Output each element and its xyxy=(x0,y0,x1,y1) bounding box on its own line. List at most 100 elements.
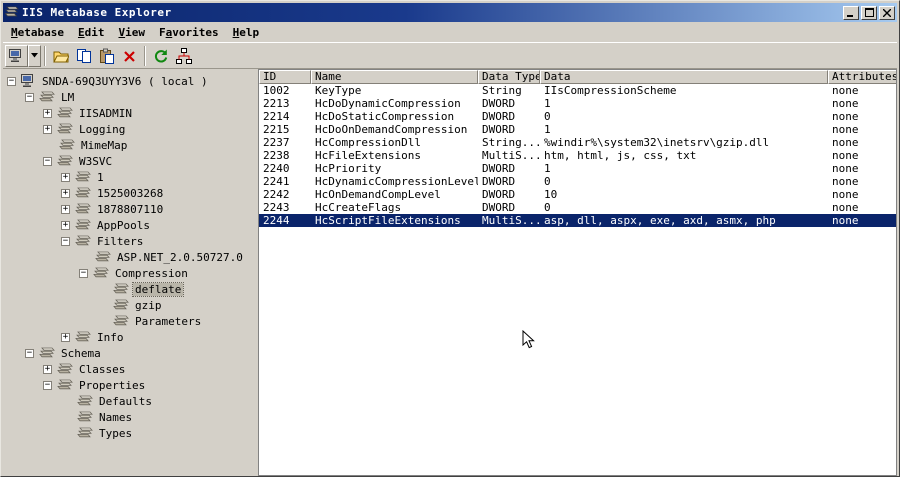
table-row-2243[interactable]: 2243 HcCreateFlags DWORD 0 none xyxy=(259,201,896,214)
tree-item-mimemap[interactable]: MimeMap xyxy=(3,137,255,153)
tree-item-label[interactable]: Info xyxy=(95,331,126,344)
tree-item-lm[interactable]: − LM xyxy=(3,89,255,105)
expand-toggle-icon[interactable]: + xyxy=(61,188,70,198)
cell-data-type: DWORD xyxy=(482,201,516,214)
tree-item-logging[interactable]: + Logging xyxy=(3,121,255,137)
tree-item-label[interactable]: AppPools xyxy=(95,219,152,232)
tree-item-properties[interactable]: − Properties xyxy=(3,377,255,393)
tree-item-label[interactable]: gzip xyxy=(133,299,164,312)
expand-toggle-icon[interactable]: + xyxy=(61,220,70,230)
cell-data-type: DWORD xyxy=(482,97,516,110)
metabase-node-icon xyxy=(93,267,109,279)
menu-favorites[interactable]: Fa vorites xyxy=(152,22,226,42)
table-row-2242[interactable]: 2242 HcOnDemandCompLevel DWORD 10 none xyxy=(259,188,896,201)
cell-attributes: none xyxy=(832,123,859,136)
collapse-toggle-icon[interactable]: − xyxy=(61,236,70,246)
table-row-2215[interactable]: 2215 HcDoOnDemandCompression DWORD 1 none xyxy=(259,123,896,136)
expand-toggle-icon[interactable]: + xyxy=(61,172,70,182)
tree-item-label[interactable]: Properties xyxy=(77,379,147,392)
expand-toggle-icon[interactable]: + xyxy=(61,332,70,342)
maximize-button[interactable] xyxy=(861,5,877,20)
tree-item-label[interactable]: MimeMap xyxy=(79,139,129,152)
delete-button[interactable] xyxy=(118,45,141,67)
tree-item-label[interactable]: 1878807110 xyxy=(95,203,165,216)
tree-item-asp-net-2-0-50727-0[interactable]: ASP.NET_2.0.50727.0 xyxy=(3,249,255,265)
tree-item-apppools[interactable]: + AppPools xyxy=(3,217,255,233)
tree-item-names[interactable]: Names xyxy=(3,409,255,425)
tree-item-w3svc[interactable]: − W3SVC xyxy=(3,153,255,169)
connect-dropdown[interactable] xyxy=(28,44,41,67)
tree-item-compression[interactable]: − Compression xyxy=(3,265,255,281)
menu-help[interactable]: Help xyxy=(226,22,267,42)
column-header-id[interactable]: ID xyxy=(259,70,311,84)
tree-item-1[interactable]: +1 xyxy=(3,169,255,185)
tree-item-label[interactable]: ASP.NET_2.0.50727.0 xyxy=(115,251,245,264)
table-row-2241[interactable]: 2241 HcDynamicCompressionLevel DWORD 0 none xyxy=(259,175,896,188)
collapse-toggle-icon[interactable]: − xyxy=(7,76,16,86)
paste-button[interactable] xyxy=(95,45,118,67)
tree-item-label[interactable]: Filters xyxy=(95,235,145,248)
table-row-2238[interactable]: 2238 HcFileExtensions MultiS... htm, html, … xyxy=(259,149,896,162)
tree-item-label[interactable]: Logging xyxy=(77,123,127,136)
tree-item-label[interactable]: Types xyxy=(97,427,134,440)
menu-edit[interactable]: Edit xyxy=(71,22,112,42)
tree-item-parameters[interactable]: Parameters xyxy=(3,313,255,329)
table-row-2244[interactable]: 2244 HcScriptFileExtensions MultiS... asp, … xyxy=(259,214,896,227)
tree-item-label[interactable]: W3SVC xyxy=(77,155,114,168)
tree-item-label[interactable]: Parameters xyxy=(133,315,203,328)
expand-toggle-icon[interactable]: + xyxy=(61,204,70,214)
minimize-button[interactable] xyxy=(843,5,859,20)
collapse-toggle-icon[interactable]: − xyxy=(43,156,52,166)
table-row-2240[interactable]: 2240 HcPriority DWORD 1 none xyxy=(259,162,896,175)
tree-item-types[interactable]: Types xyxy=(3,425,255,441)
connect-button[interactable] xyxy=(5,44,28,67)
tree-item-label[interactable]: 1525003268 xyxy=(95,187,165,200)
collapse-toggle-icon[interactable]: − xyxy=(25,348,34,358)
tree-item-label[interactable]: 1 xyxy=(95,171,106,184)
tree-item-label[interactable]: IISADMIN xyxy=(77,107,134,120)
close-button[interactable] xyxy=(879,5,895,20)
collapse-toggle-icon[interactable]: − xyxy=(25,92,34,102)
menu-view[interactable]: View xyxy=(111,22,152,42)
tree-item-label[interactable]: Schema xyxy=(59,347,103,360)
copy-button[interactable] xyxy=(72,45,95,67)
cell-attributes: none xyxy=(832,149,859,162)
tree-item-classes[interactable]: + Classes xyxy=(3,361,255,377)
tree-item-1525003268[interactable]: +1525003268 xyxy=(3,185,255,201)
network-button[interactable] xyxy=(172,45,195,67)
tree-item-label[interactable]: LM xyxy=(59,91,76,104)
expand-toggle-icon[interactable]: + xyxy=(43,108,52,118)
tree-item-label[interactable]: SNDA-69Q3UYY3V6 ( local ) xyxy=(40,75,210,88)
tree-item-label[interactable]: Defaults xyxy=(97,395,154,408)
tree-item-1878807110[interactable]: +1878807110 xyxy=(3,201,255,217)
tree-item-gzip[interactable]: gzip xyxy=(3,297,255,313)
tree-item-label[interactable]: deflate xyxy=(131,281,185,297)
table-row-2237[interactable]: 2237 HcCompressionDll String... %windir%\sy… xyxy=(259,136,896,149)
table-row-1002[interactable]: 1002 KeyType String IIsCompressionScheme non… xyxy=(259,84,896,97)
menu-metabase[interactable]: Metabase xyxy=(4,22,71,42)
tree-item-schema[interactable]: − Schema xyxy=(3,345,255,361)
cell-data-type: DWORD xyxy=(482,175,516,188)
table-row-2213[interactable]: 2213 HcDoDynamicCompression DWORD 1 none xyxy=(259,97,896,110)
tree-item-label[interactable]: Names xyxy=(97,411,134,424)
column-header-attributes[interactable]: Attributes xyxy=(828,70,896,84)
table-row-2214[interactable]: 2214 HcDoStaticCompression DWORD 0 none xyxy=(259,110,896,123)
tree-item-iisadmin[interactable]: + IISADMIN xyxy=(3,105,255,121)
refresh-button[interactable] xyxy=(149,45,172,67)
expand-toggle-icon[interactable]: + xyxy=(43,364,52,374)
column-header-name[interactable]: Name xyxy=(311,70,478,84)
tree-item-deflate[interactable]: deflate xyxy=(3,281,255,297)
collapse-toggle-icon[interactable]: − xyxy=(79,268,88,278)
tree-item-filters[interactable]: − Filters xyxy=(3,233,255,249)
column-header-data-type[interactable]: Data Type xyxy=(478,70,540,84)
tree-item-snda-69q3uyy3v6-local[interactable]: − SNDA-69Q3UYY3V6 ( local ) xyxy=(3,73,255,89)
tree-item-label[interactable]: Classes xyxy=(77,363,127,376)
expand-toggle-icon[interactable]: + xyxy=(43,124,52,134)
open-button[interactable] xyxy=(49,45,72,67)
collapse-toggle-icon[interactable]: − xyxy=(43,380,52,390)
column-header-data[interactable]: Data xyxy=(540,70,828,84)
tree-item-info[interactable]: + Info xyxy=(3,329,255,345)
tree-item-defaults[interactable]: Defaults xyxy=(3,393,255,409)
tree-item-label[interactable]: Compression xyxy=(113,267,190,280)
